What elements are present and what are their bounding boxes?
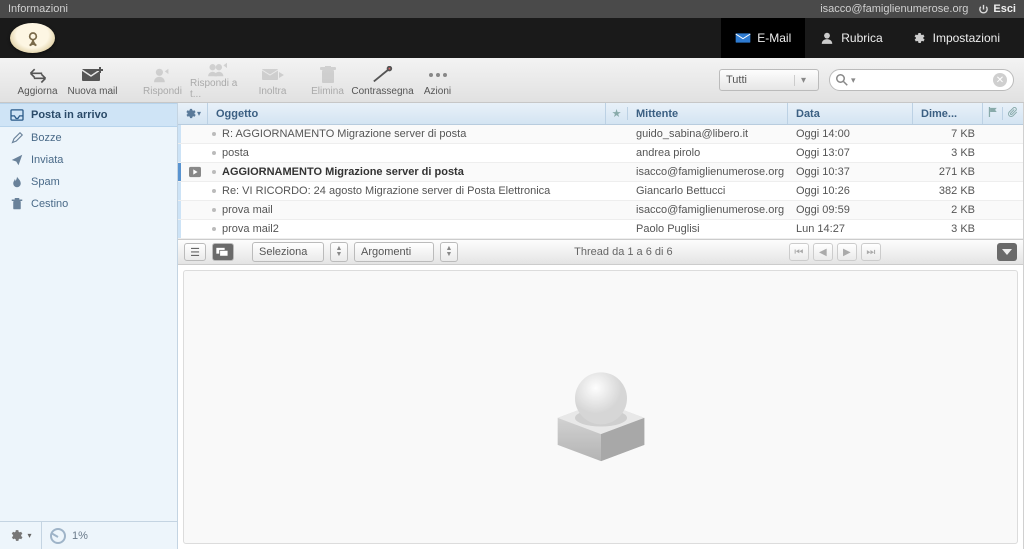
column-header-star[interactable]: ★	[606, 107, 628, 120]
gear-icon	[911, 31, 927, 45]
btn-rispondi-tutti: Rispondi a t...	[190, 60, 245, 100]
column-header-attachment[interactable]	[1003, 107, 1023, 120]
cell-date: Oggi 13:07	[788, 147, 913, 159]
cell-subject: Re: VI RICORDO: 24 agosto Migrazione ser…	[222, 185, 606, 197]
btn-inoltra: Inoltra	[245, 60, 300, 100]
cell-subject: posta	[222, 147, 606, 159]
column-settings-button[interactable]: ▾	[178, 103, 208, 124]
message-row[interactable]: prova mail isacco@famiglienumerose.orgOgg…	[178, 201, 1023, 220]
btn-elimina: Elimina	[300, 60, 355, 100]
cell-from: Giancarlo Bettucci	[628, 185, 788, 197]
cell-from: andrea pirolo	[628, 147, 788, 159]
gear-icon	[184, 107, 197, 120]
sent-icon	[10, 154, 24, 166]
argomenti-stepper[interactable]: ▲▼	[440, 242, 458, 262]
infobar-title[interactable]: Informazioni	[8, 3, 68, 15]
cell-from: isacco@famiglienumerose.org	[628, 166, 788, 178]
gauge-icon	[50, 528, 66, 544]
btn-contrassegna[interactable]: Contrassegna	[355, 60, 410, 100]
message-row[interactable]: posta andrea piroloOggi 13:073 KB	[178, 144, 1023, 163]
folder-trash[interactable]: Cestino	[0, 193, 177, 215]
inbox-icon	[10, 109, 24, 121]
btn-rispondi: Rispondi	[135, 60, 190, 100]
chevron-down-icon: ▾	[851, 75, 856, 86]
select-stepper[interactable]: ▲▼	[330, 242, 348, 262]
cell-from: isacco@famiglienumerose.org	[628, 204, 788, 216]
cell-date: Oggi 10:37	[788, 166, 913, 178]
select-dropdown[interactable]: Seleziona	[252, 242, 324, 262]
folder-sidebar: Posta in arrivo Bozze Inviata Spam Cesti…	[0, 103, 178, 549]
search-input[interactable]: ▾ ✕	[829, 69, 1014, 91]
preview-pane	[183, 270, 1018, 544]
column-header-data[interactable]: Data	[788, 103, 913, 124]
email-icon	[735, 31, 751, 45]
folder-drafts[interactable]: Bozze	[0, 127, 177, 149]
app-logo[interactable]	[10, 23, 55, 53]
cell-size: 3 KB	[913, 147, 983, 159]
cell-size: 271 KB	[913, 166, 983, 178]
logout-button[interactable]: Esci	[978, 3, 1016, 15]
page-next-button[interactable]: ▶	[837, 243, 857, 261]
argomenti-dropdown[interactable]: Argomenti	[354, 242, 434, 262]
search-icon	[836, 74, 848, 86]
btn-azioni[interactable]: Azioni	[410, 60, 465, 100]
message-row[interactable]: Re: VI RICORDO: 24 agosto Migrazione ser…	[178, 182, 1023, 201]
column-header-mittente[interactable]: Mittente	[628, 103, 788, 124]
page-prev-button[interactable]: ◀	[813, 243, 833, 261]
cell-date: Oggi 14:00	[788, 128, 913, 140]
column-header-flag[interactable]	[983, 107, 1003, 120]
cell-date: Lun 14:27	[788, 223, 913, 235]
folder-inbox[interactable]: Posta in arrivo	[0, 103, 177, 127]
nav-impostazioni[interactable]: Impostazioni	[897, 18, 1014, 58]
cell-subject: AGGIORNAMENTO Migrazione server di posta	[222, 166, 606, 178]
nav-rubrica[interactable]: Rubrica	[805, 18, 896, 58]
chevron-down-icon: ▾	[27, 531, 31, 540]
listbar-menu-button[interactable]	[997, 243, 1017, 261]
search-clear-button[interactable]: ✕	[993, 73, 1007, 87]
thread-info: Thread da 1 a 6 di 6	[574, 246, 672, 258]
folder-settings-button[interactable]: ▾	[0, 522, 42, 549]
quota-indicator: 1%	[42, 528, 88, 544]
cell-size: 382 KB	[913, 185, 983, 197]
fire-icon	[10, 176, 24, 188]
page-first-button[interactable]: ⏮	[789, 243, 809, 261]
power-icon	[978, 4, 989, 15]
cell-from: Paolo Puglisi	[628, 223, 788, 235]
cell-date: Oggi 09:59	[788, 204, 913, 216]
folder-spam[interactable]: Spam	[0, 171, 177, 193]
pencil-icon	[10, 132, 24, 144]
trash-icon	[10, 198, 24, 210]
column-header-oggetto[interactable]: Oggetto	[208, 103, 606, 124]
cell-subject: prova mail	[222, 204, 606, 216]
message-row[interactable]: prova mail2 Paolo PuglisiLun 14:273 KB	[178, 220, 1023, 239]
cell-subject: R: AGGIORNAMENTO Migrazione server di po…	[222, 128, 606, 140]
filter-dropdown[interactable]: Tutti ▾	[719, 69, 819, 91]
view-list-button[interactable]: ☰	[184, 243, 206, 261]
page-last-button[interactable]: ⏭	[861, 243, 881, 261]
cell-subject: prova mail2	[222, 223, 606, 235]
person-icon	[819, 31, 835, 45]
column-header-dimensione[interactable]: Dime...	[913, 103, 983, 124]
user-email: isacco@famiglienumerose.org	[820, 3, 968, 15]
cell-size: 3 KB	[913, 223, 983, 235]
cell-size: 2 KB	[913, 204, 983, 216]
message-row[interactable]: R: AGGIORNAMENTO Migrazione server di po…	[178, 125, 1023, 144]
empty-preview-icon	[536, 342, 666, 472]
gear-icon	[9, 528, 24, 543]
nav-email[interactable]: E-Mail	[721, 18, 805, 58]
forwarded-icon	[188, 166, 202, 178]
cell-date: Oggi 10:26	[788, 185, 913, 197]
folder-sent[interactable]: Inviata	[0, 149, 177, 171]
view-thread-button[interactable]	[212, 243, 234, 261]
btn-nuova-mail[interactable]: Nuova mail	[65, 60, 120, 100]
chevron-updown-icon: ▾	[794, 75, 812, 86]
message-row[interactable]: AGGIORNAMENTO Migrazione server di posta…	[178, 163, 1023, 182]
btn-aggiorna[interactable]: Aggiorna	[10, 60, 65, 100]
cell-from: guido_sabina@libero.it	[628, 128, 788, 140]
cell-size: 7 KB	[913, 128, 983, 140]
